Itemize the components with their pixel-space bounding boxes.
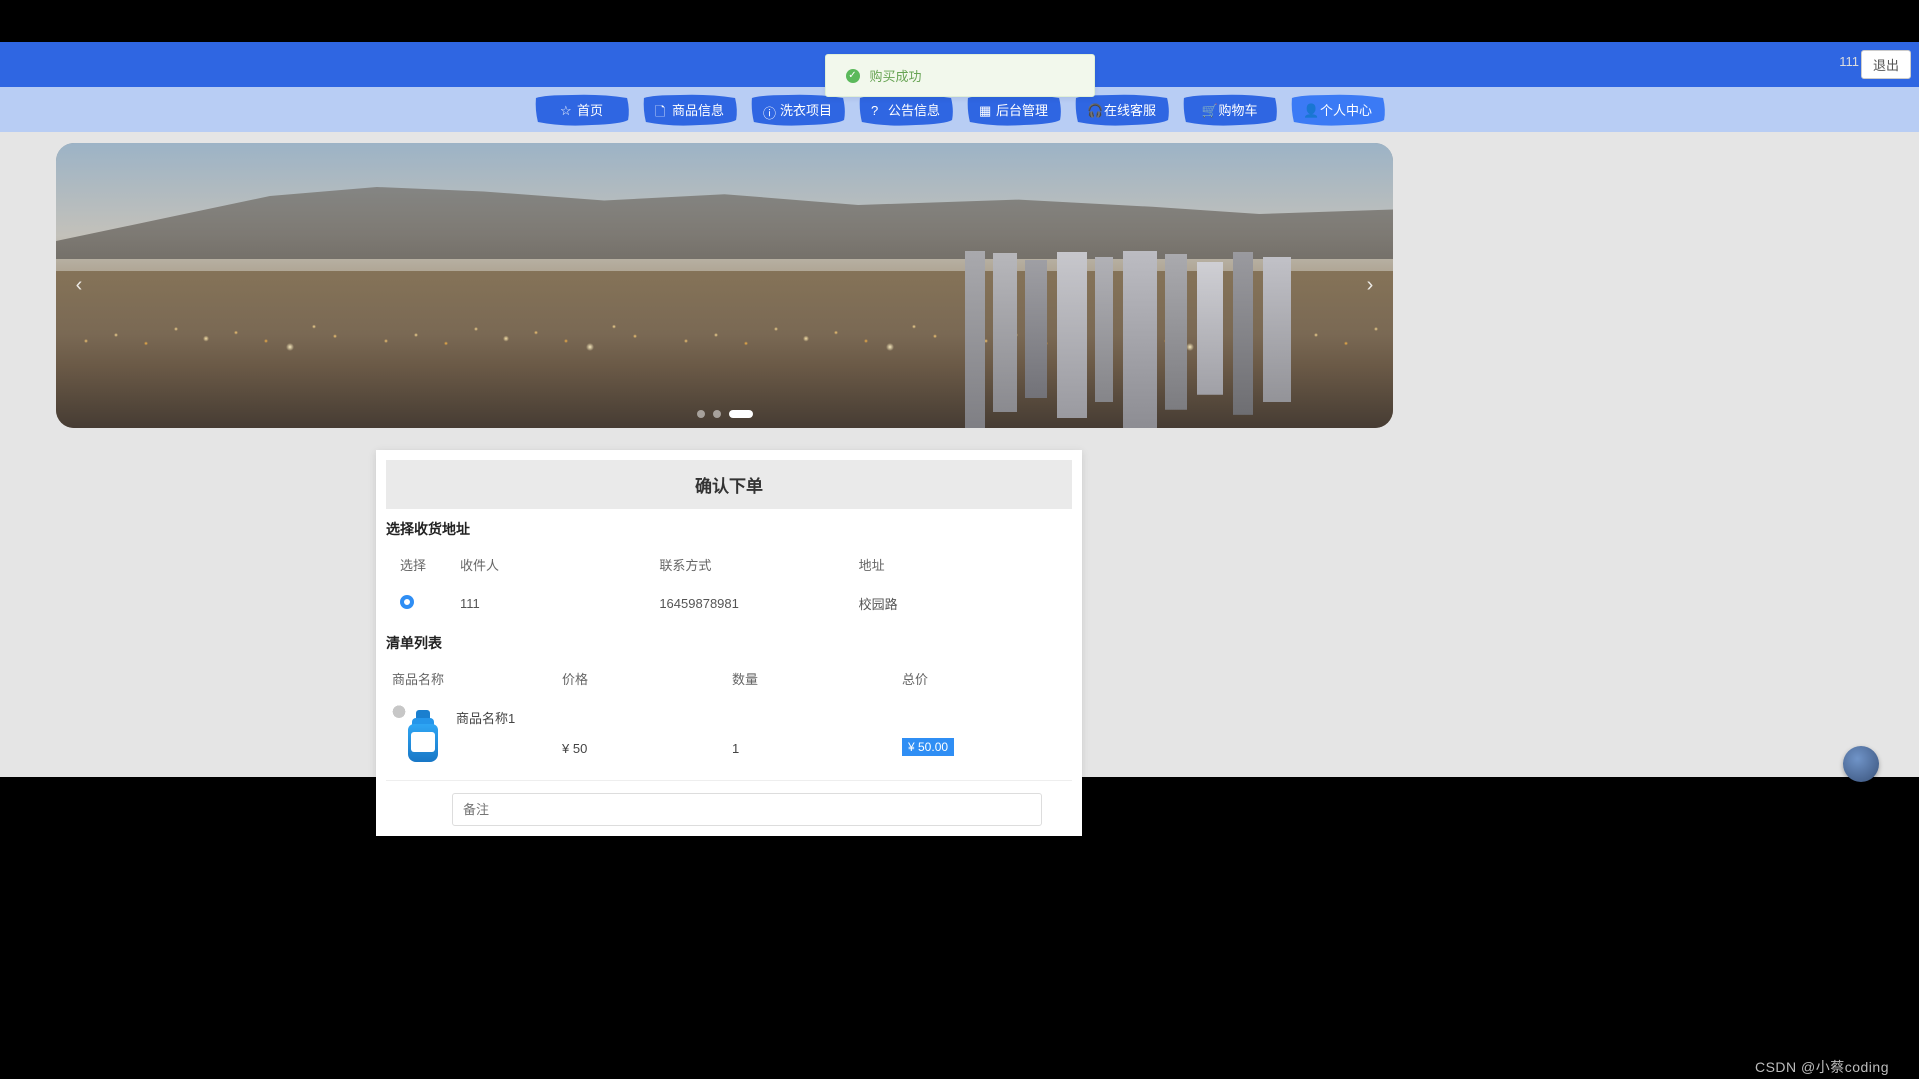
hero-carousel: ‹ › (56, 143, 1393, 428)
col-contact: 联系方式 (659, 555, 858, 574)
order-panel: 确认下单 选择收货地址 选择 收件人 联系方式 地址 111 164598789… (376, 450, 1082, 836)
note-field-wrap (452, 793, 1042, 826)
address-radio[interactable] (400, 595, 414, 609)
nav-home[interactable]: ☆首页 (533, 92, 631, 128)
carousel-next[interactable]: › (1355, 271, 1385, 301)
floating-action-button[interactable] (1843, 746, 1879, 782)
product-qty: 1 (732, 713, 902, 756)
note-input[interactable] (452, 793, 1042, 826)
contact-value: 16459878981 (659, 596, 858, 611)
col-select: 选择 (400, 555, 460, 574)
address-header: 选择 收件人 联系方式 地址 (386, 545, 1072, 584)
col-qty: 数量 (732, 669, 902, 688)
product-price: ¥ 50 (562, 713, 732, 756)
nav-personal[interactable]: 👤个人中心 (1289, 92, 1387, 128)
product-total: ¥ 50.00 (902, 738, 954, 756)
nav-products[interactable]: 🗋商品信息 (641, 92, 739, 128)
toast-message: 购买成功 (870, 66, 922, 85)
user-name[interactable]: 111 (1839, 54, 1859, 69)
grid-icon: ▦ (979, 103, 992, 116)
col-address: 地址 (859, 555, 1058, 574)
product-thumb (392, 704, 452, 764)
carousel-prev[interactable]: ‹ (64, 271, 94, 301)
headset-icon: 🎧 (1087, 103, 1100, 116)
user-icon: 👤 (1303, 103, 1316, 116)
col-name: 商品名称 (392, 669, 562, 688)
info-icon: ⓘ (763, 103, 776, 116)
carousel-dot-2[interactable] (713, 410, 721, 418)
panel-title: 确认下单 (386, 460, 1072, 509)
cart-icon: 🛒 (1201, 103, 1214, 116)
address-value: 校园路 (859, 594, 1058, 613)
col-total: 总价 (902, 669, 1072, 688)
carousel-dot-3[interactable] (729, 410, 753, 418)
carousel-dots (697, 410, 753, 418)
watermark: CSDN @小蔡coding (1755, 1057, 1889, 1077)
order-row: 商品名称1 ¥ 50 1 ¥ 50.00 (386, 698, 1072, 781)
help-icon: ? (871, 103, 884, 116)
address-row: 111 16459878981 校园路 (386, 584, 1072, 623)
carousel-dot-1[interactable] (697, 410, 705, 418)
address-section-title: 选择收货地址 (386, 519, 1072, 539)
col-recipient: 收件人 (460, 555, 659, 574)
check-icon: ✓ (846, 69, 860, 83)
star-icon: ☆ (560, 103, 573, 116)
nav-cart[interactable]: 🛒购物车 (1181, 92, 1279, 128)
list-section-title: 清单列表 (386, 633, 1072, 653)
logout-button[interactable]: 退出 (1861, 50, 1911, 79)
recipient-value: 111 (460, 596, 659, 611)
order-header: 商品名称 价格 数量 总价 (386, 659, 1072, 698)
box-icon: 🗋 (655, 103, 668, 116)
success-toast: ✓ 购买成功 (825, 54, 1095, 97)
col-price: 价格 (562, 669, 732, 688)
product-name: 商品名称1 (456, 704, 515, 727)
